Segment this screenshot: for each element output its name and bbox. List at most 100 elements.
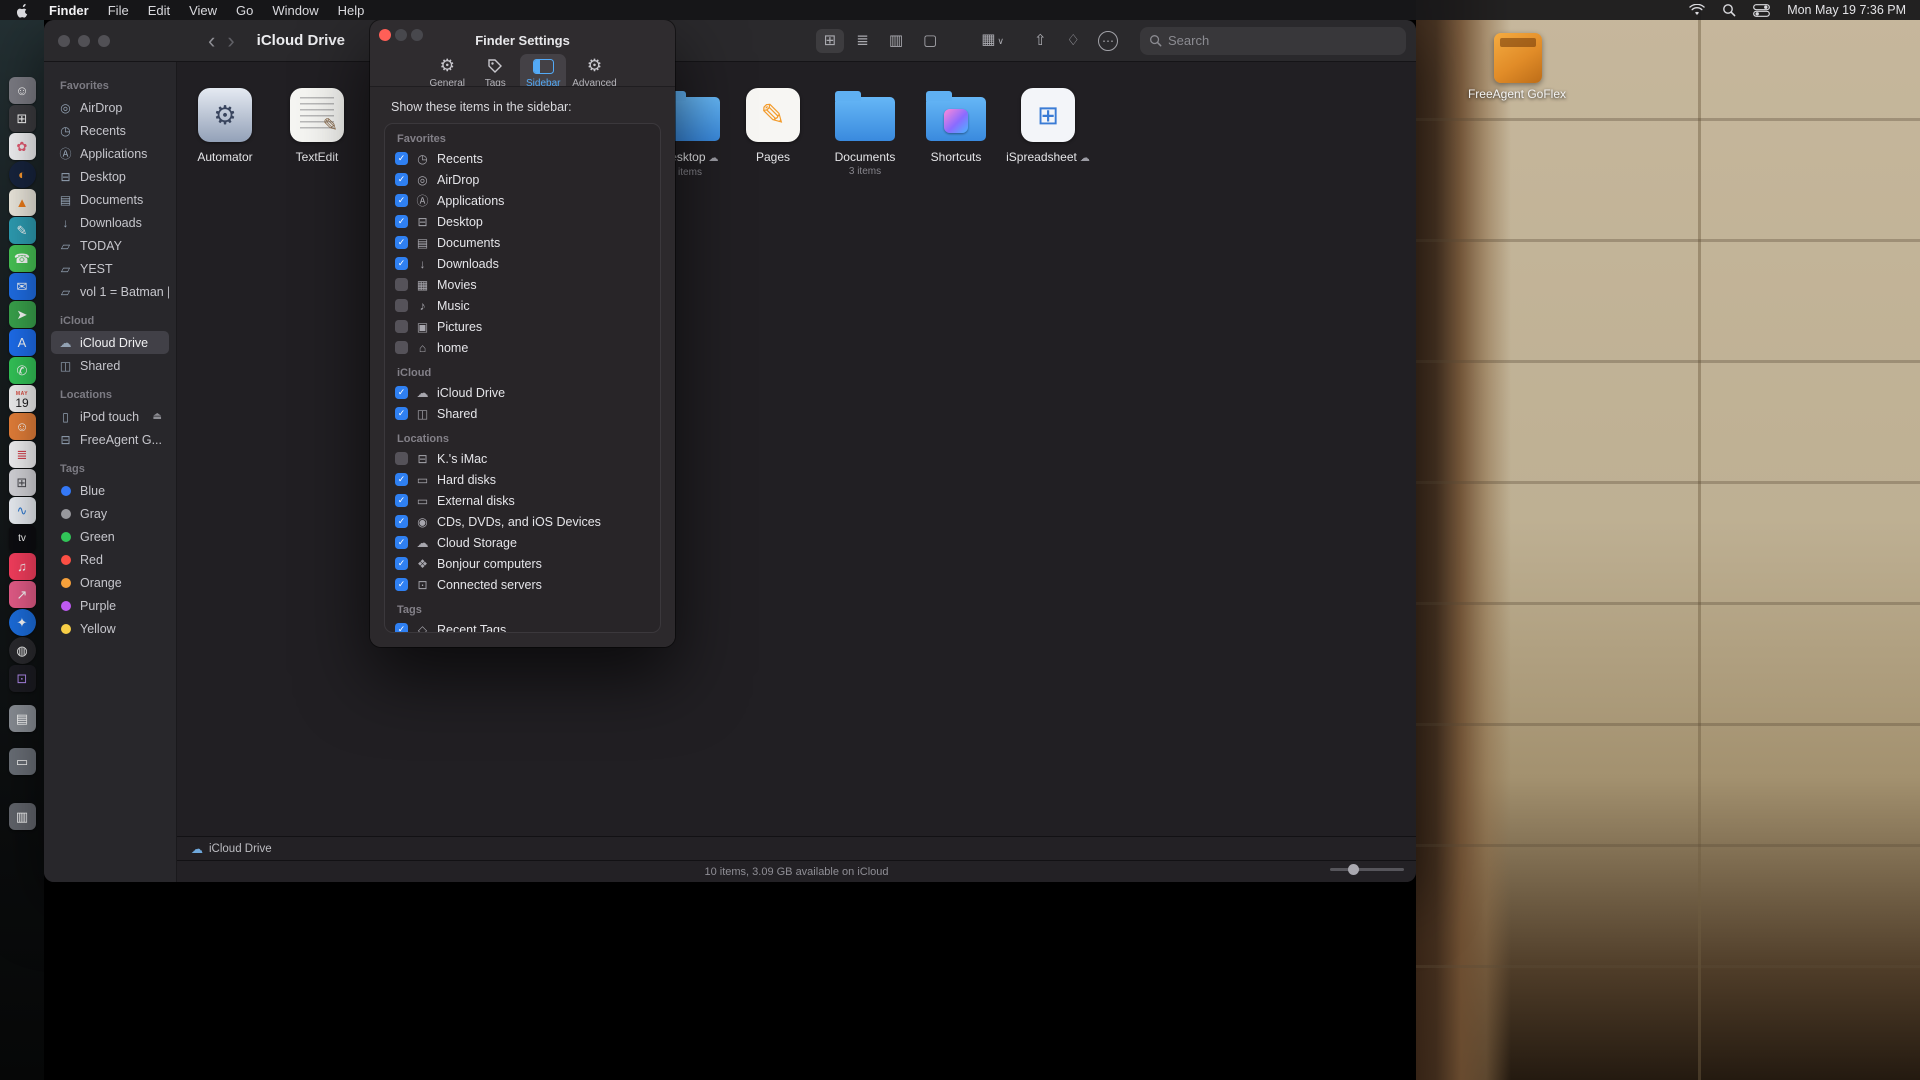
sidebar-item-today[interactable]: ▱TODAY <box>51 234 169 257</box>
file-documents[interactable]: Documents3 items <box>821 86 909 177</box>
spotlight-search-icon[interactable] <box>1722 3 1736 17</box>
file-shortcuts[interactable]: Shortcuts <box>912 86 1000 164</box>
dock-external-drive-icon[interactable]: ▭ <box>9 748 36 775</box>
menu-edit[interactable]: Edit <box>148 3 170 18</box>
view-grid-button[interactable]: ⊞ <box>816 29 845 53</box>
dock-vlc-icon[interactable]: ▲ <box>9 189 36 216</box>
sidebar-item-orange[interactable]: Orange <box>51 571 169 594</box>
dock-avatar-app-icon[interactable]: ☺ <box>9 77 36 104</box>
view-list-button[interactable]: ≣ <box>848 29 877 53</box>
dock-trash-icon[interactable]: ▥ <box>9 803 36 830</box>
slider-knob[interactable] <box>1348 864 1359 875</box>
sidebar-item-freeagent-g[interactable]: ⊟FreeAgent G...⏏ <box>51 428 169 451</box>
settings-row-external-disks[interactable]: ✓▭External disks <box>395 490 650 511</box>
wifi-icon[interactable] <box>1689 4 1705 16</box>
group-by-button[interactable]: ▦∨ <box>973 28 1012 53</box>
settings-row-k-s-imac[interactable]: ⊟K.'s iMac <box>395 448 650 469</box>
dock-stocks-app-icon[interactable]: ∿ <box>9 497 36 524</box>
search-input[interactable] <box>1168 33 1397 48</box>
eject-icon[interactable]: ⏏ <box>153 411 162 422</box>
settings-row-pictures[interactable]: ▣Pictures <box>395 316 650 337</box>
sidebar-item-red[interactable]: Red <box>51 548 169 571</box>
dock-messages-icon[interactable]: ☎ <box>9 245 36 272</box>
settings-row-movies[interactable]: ▦Movies <box>395 274 650 295</box>
dock-firefox-icon[interactable]: ◐ <box>9 161 36 188</box>
settings-row-airdrop[interactable]: ✓◎AirDrop <box>395 169 650 190</box>
checkbox-desktop[interactable]: ✓ <box>395 215 408 228</box>
path-bar-item[interactable]: iCloud Drive <box>209 843 272 855</box>
settings-row-icloud-drive[interactable]: ✓☁iCloud Drive <box>395 382 650 403</box>
settings-row-bonjour-computers[interactable]: ✓❖Bonjour computers <box>395 553 650 574</box>
dock-mail-icon[interactable]: ✉ <box>9 273 36 300</box>
dock-app-store-icon[interactable]: A <box>9 329 36 356</box>
menu-bar-clock[interactable]: Mon May 19 7:36 PM <box>1787 3 1906 17</box>
menu-file[interactable]: File <box>108 3 129 18</box>
view-columns-button[interactable]: ▥ <box>881 29 911 53</box>
checkbox-movies[interactable] <box>395 278 408 291</box>
dock-maps-icon[interactable]: ➤ <box>9 301 36 328</box>
checkbox-airdrop[interactable]: ✓ <box>395 173 408 186</box>
dock-apple-tv-icon[interactable]: tv <box>9 525 36 552</box>
settings-row-applications[interactable]: ✓ⒶApplications <box>395 190 650 211</box>
dock-facetime-icon[interactable]: ✆ <box>9 357 36 384</box>
desktop-drive-icon[interactable] <box>1494 33 1542 83</box>
checkbox-documents[interactable]: ✓ <box>395 236 408 249</box>
dock-calculator-icon[interactable]: ⊞ <box>9 469 36 496</box>
checkbox-connected-servers[interactable]: ✓ <box>395 578 408 591</box>
dock-launchpad-icon[interactable]: ⊞ <box>9 105 36 132</box>
file-ispreadsheet[interactable]: ⊞iSpreadsheet☁ <box>1004 86 1092 165</box>
dock-safari-icon[interactable]: ✦ <box>9 609 36 636</box>
settings-row-recents[interactable]: ✓◷Recents <box>395 148 650 169</box>
zoom-button[interactable] <box>98 35 110 47</box>
dock-fitness-app-icon[interactable]: ↗ <box>9 581 36 608</box>
settings-row-cds-dvds-and-ios-devices[interactable]: ✓◉CDs, DVDs, and iOS Devices <box>395 511 650 532</box>
checkbox-applications[interactable]: ✓ <box>395 194 408 207</box>
apple-menu[interactable] <box>16 3 29 18</box>
settings-row-music[interactable]: ♪Music <box>395 295 650 316</box>
settings-row-shared[interactable]: ✓◫Shared <box>395 403 650 424</box>
sidebar-item-green[interactable]: Green <box>51 525 169 548</box>
sidebar-item-purple[interactable]: Purple <box>51 594 169 617</box>
dock-reminders-icon[interactable]: ≣ <box>9 441 36 468</box>
menu-help[interactable]: Help <box>338 3 365 18</box>
settings-close-button[interactable] <box>379 29 391 41</box>
sidebar-item-yest[interactable]: ▱YEST <box>51 257 169 280</box>
settings-row-documents[interactable]: ✓▤Documents <box>395 232 650 253</box>
forward-button[interactable]: › <box>221 31 240 51</box>
checkbox-recents[interactable]: ✓ <box>395 152 408 165</box>
slider-track[interactable] <box>1330 868 1404 871</box>
sidebar-item-ipod-touch[interactable]: ▯iPod touch⏏ <box>51 405 169 428</box>
checkbox-icloud-drive[interactable]: ✓ <box>395 386 408 399</box>
settings-row-home[interactable]: ⌂home <box>395 337 650 358</box>
file-automator[interactable]: ⚙Automator <box>181 86 269 164</box>
control-center-icon[interactable] <box>1753 4 1770 17</box>
dock-dark-app-icon[interactable]: ◍ <box>9 637 36 664</box>
checkbox-hard-disks[interactable]: ✓ <box>395 473 408 486</box>
sidebar-item-documents[interactable]: ▤Documents <box>51 188 169 211</box>
minimize-button[interactable] <box>78 35 90 47</box>
sidebar-item-gray[interactable]: Gray <box>51 502 169 525</box>
checkbox-external-disks[interactable]: ✓ <box>395 494 408 507</box>
menu-view[interactable]: View <box>189 3 217 18</box>
sidebar-item-icloud-drive[interactable]: ☁iCloud Drive <box>51 331 169 354</box>
sidebar-item-applications[interactable]: ⒶApplications <box>51 142 169 165</box>
close-button[interactable] <box>58 35 70 47</box>
checkbox-home[interactable] <box>395 341 408 354</box>
sidebar-item-yellow[interactable]: Yellow <box>51 617 169 640</box>
dock-photos-icon[interactable]: ✿ <box>9 133 36 160</box>
share-button[interactable]: ⇧ <box>1026 29 1055 53</box>
settings-row-hard-disks[interactable]: ✓▭Hard disks <box>395 469 650 490</box>
dock-podcasts-icon[interactable]: ⊡ <box>9 665 36 692</box>
tags-button[interactable]: ♢ <box>1059 29 1088 53</box>
checkbox-cds-dvds-and-ios-devices[interactable]: ✓ <box>395 515 408 528</box>
back-button[interactable]: ‹ <box>202 31 221 51</box>
checkbox-recent-tags[interactable]: ✓ <box>395 623 408 633</box>
more-actions-button[interactable]: ⋯ <box>1098 31 1118 51</box>
sidebar-item-vol-1-batman[interactable]: ▱vol 1 = Batman [... <box>51 280 169 303</box>
checkbox-music[interactable] <box>395 299 408 312</box>
checkbox-cloud-storage[interactable]: ✓ <box>395 536 408 549</box>
toolbar-search[interactable] <box>1140 27 1406 55</box>
sidebar-item-airdrop[interactable]: ◎AirDrop <box>51 96 169 119</box>
checkbox-bonjour-computers[interactable]: ✓ <box>395 557 408 570</box>
dock-notes-app-icon[interactable]: ▤ <box>9 705 36 732</box>
